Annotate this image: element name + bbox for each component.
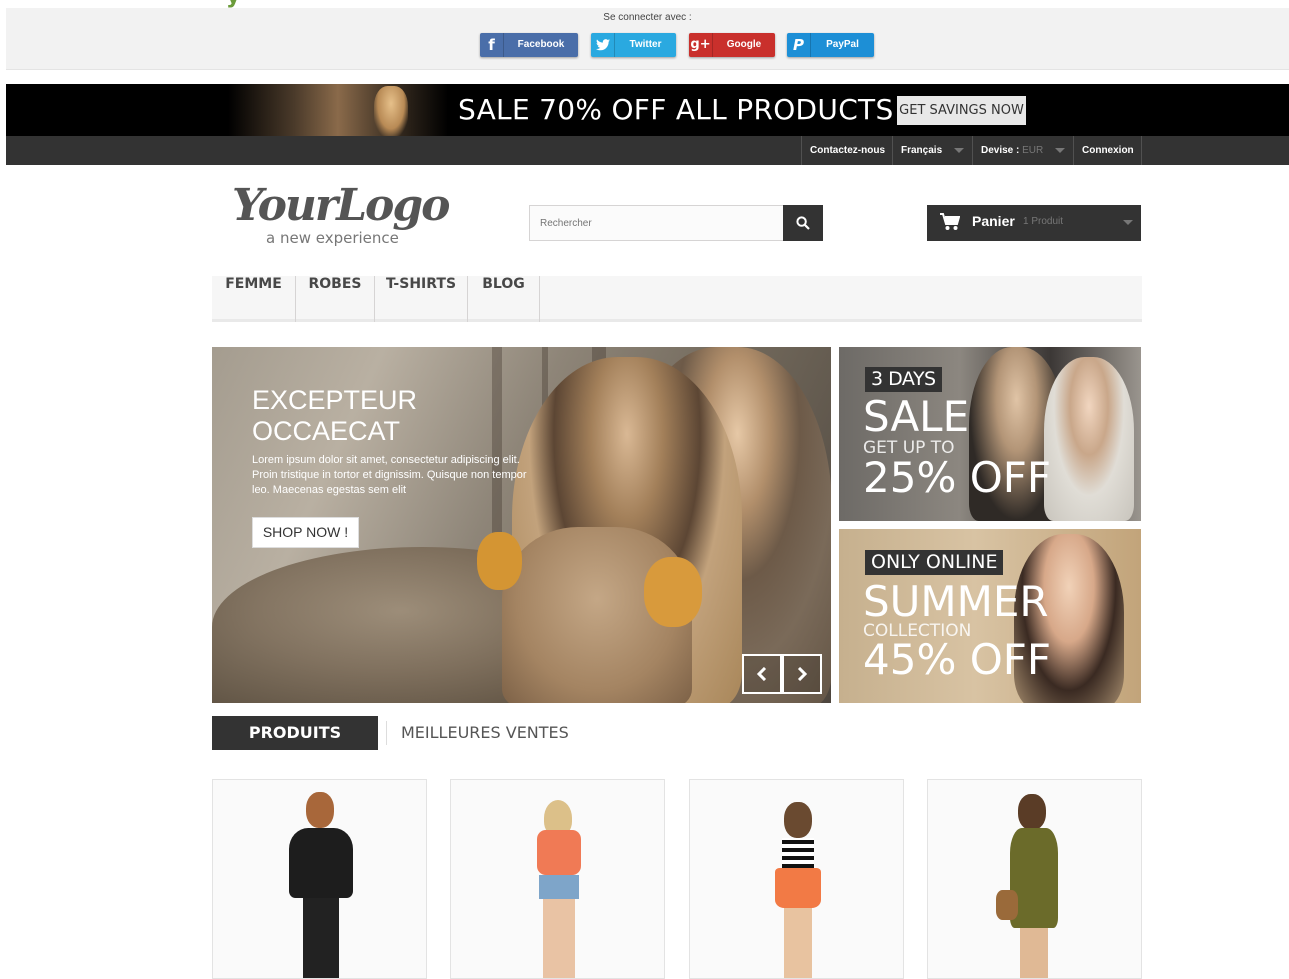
product-card[interactable] xyxy=(689,779,904,979)
chevron-down-icon xyxy=(1055,148,1065,153)
logo-tagline: a new experience xyxy=(266,229,399,247)
slide-title: EXCEPTEUR OCCAECAT xyxy=(252,385,552,447)
paypal-login-button[interactable]: P PayPal xyxy=(787,33,874,57)
menu-item-robes[interactable]: ROBES xyxy=(296,276,375,322)
banner-discount: 45% OFF xyxy=(863,635,1052,684)
top-cropped-glyph: y xyxy=(226,0,256,8)
slide-title-line: EXCEPTEUR xyxy=(252,385,418,415)
sale-banner[interactable]: 3 DAYS SALE GET UP TO 25% OFF xyxy=(839,347,1141,521)
twitter-login-label: Twitter xyxy=(629,39,662,50)
promo-text: SALE 70% OFF ALL PRODUCTS xyxy=(458,93,894,126)
category-menu: FEMME ROBES T-SHIRTS BLOG xyxy=(212,276,1142,322)
facebook-login-button[interactable]: f Facebook xyxy=(480,33,578,57)
slider-prev-button[interactable] xyxy=(742,654,782,694)
product-garment xyxy=(784,908,812,978)
product-garment xyxy=(289,828,353,898)
banner-discount: 25% OFF xyxy=(863,453,1052,502)
menu-item-tshirts[interactable]: T-SHIRTS xyxy=(375,276,468,322)
homepage-slider[interactable]: EXCEPTEUR OCCAECAT Lorem ipsum dolor sit… xyxy=(212,347,831,703)
paypal-icon: P xyxy=(787,33,811,57)
banner-headline: SUMMER xyxy=(863,577,1049,626)
product-garment xyxy=(1020,928,1048,978)
slide-title-line: OCCAECAT xyxy=(252,416,401,446)
currency-label: Devise : xyxy=(981,145,1020,156)
login-link[interactable]: Connexion xyxy=(1073,136,1142,165)
tab-divider xyxy=(386,721,387,745)
currency-selector[interactable]: Devise : EUR xyxy=(972,136,1073,165)
language-selector[interactable]: Français xyxy=(892,136,972,165)
banner-headline: SALE xyxy=(863,392,970,441)
chevron-down-icon xyxy=(1123,220,1133,225)
product-card[interactable] xyxy=(212,779,427,979)
language-value: Français xyxy=(901,145,943,156)
search-input[interactable] xyxy=(529,205,784,241)
product-handbag xyxy=(996,890,1018,920)
twitter-login-button[interactable]: Twitter xyxy=(591,33,676,57)
chevron-down-icon xyxy=(954,148,964,153)
product-image xyxy=(1018,794,1046,830)
paypal-login-label: PayPal xyxy=(826,39,859,50)
cart-icon xyxy=(940,213,960,230)
banner-tag: ONLY ONLINE xyxy=(865,550,1004,575)
menu-item-femme[interactable]: FEMME xyxy=(212,276,296,322)
chevron-right-icon xyxy=(797,667,808,681)
slide-description: Lorem ipsum dolor sit amet, consectetur … xyxy=(252,454,527,496)
banner-model-woman xyxy=(1044,357,1134,521)
product-garment xyxy=(537,830,581,875)
product-image xyxy=(306,792,334,828)
facebook-login-label: Facebook xyxy=(517,39,565,50)
user-nav-bar: Contactez-nous Français Devise : EUR Con… xyxy=(6,136,1289,165)
tab-best-sellers[interactable]: MEILLEURES VENTES xyxy=(401,716,569,750)
product-garment xyxy=(782,838,814,868)
product-garment xyxy=(539,875,579,899)
product-card[interactable] xyxy=(450,779,665,979)
site-logo[interactable]: YourLogo a new experience xyxy=(232,180,462,248)
currency-value: EUR xyxy=(1022,145,1044,156)
search-icon xyxy=(796,216,810,230)
menu-item-blog[interactable]: BLOG xyxy=(468,276,540,322)
promo-banner[interactable]: SALE 70% OFF ALL PRODUCTS GET SAVINGS NO… xyxy=(6,84,1289,136)
facebook-icon: f xyxy=(480,33,504,57)
product-garment xyxy=(543,899,575,978)
chevron-left-icon xyxy=(756,667,767,681)
product-garment xyxy=(303,898,339,978)
product-image xyxy=(784,802,812,838)
get-savings-button[interactable]: GET SAVINGS NOW xyxy=(897,96,1026,125)
product-garment xyxy=(775,868,821,908)
summer-banner[interactable]: ONLY ONLINE SUMMER COLLECTION 45% OFF xyxy=(839,529,1141,703)
product-card[interactable] xyxy=(927,779,1142,979)
slider-mitten xyxy=(644,557,702,627)
tab-popular-products[interactable]: PRODUITS PHARES xyxy=(212,716,378,776)
cart-count: 1 Produit xyxy=(1023,216,1064,227)
social-login-bar: Se connecter avec : f Facebook Twitter g… xyxy=(6,8,1289,70)
search-button[interactable] xyxy=(783,205,823,241)
social-login-label: Se connecter avec : xyxy=(603,12,692,23)
slider-next-button[interactable] xyxy=(782,654,822,694)
twitter-icon xyxy=(591,33,615,57)
contact-link[interactable]: Contactez-nous xyxy=(801,136,889,165)
promo-model-image xyxy=(228,84,448,136)
slider-mitten xyxy=(477,532,522,590)
google-login-label: Google xyxy=(726,39,762,50)
google-login-button[interactable]: g+ Google xyxy=(689,33,775,57)
banner-tag: 3 DAYS xyxy=(865,367,942,392)
cart-label: Panier xyxy=(972,213,1015,229)
shop-now-button[interactable]: SHOP NOW ! xyxy=(252,517,359,548)
logo-wordmark: YourLogo xyxy=(232,180,451,231)
cart-button[interactable]: Panier 1 Produit xyxy=(927,205,1141,241)
google-plus-icon: g+ xyxy=(689,33,713,57)
